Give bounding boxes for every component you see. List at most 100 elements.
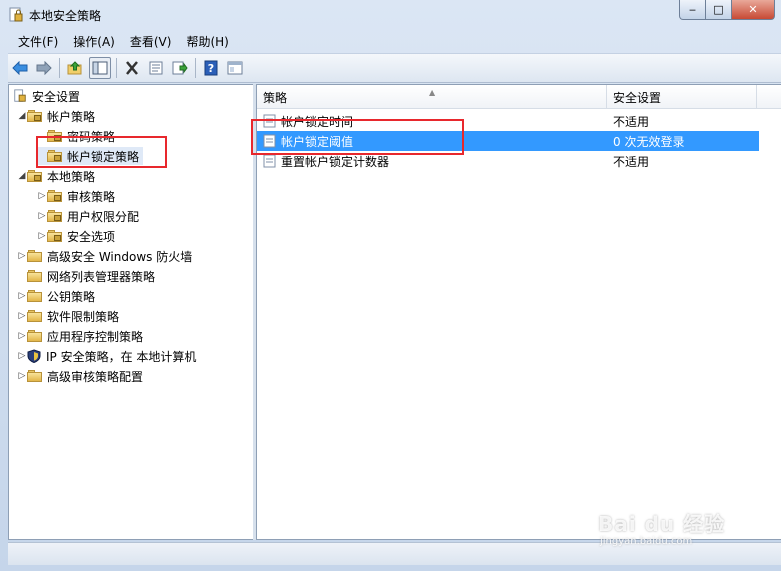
column-header-policy[interactable]: ▲ 策略 — [257, 85, 607, 109]
tree-node-ipsec[interactable]: ▷ IP 安全策略，在 本地计算机 — [17, 347, 196, 365]
tree-node-advanced-audit[interactable]: ▷ 高级审核策略配置 — [17, 367, 143, 385]
tree-label: 审核策略 — [67, 189, 116, 204]
column-header-empty — [757, 85, 781, 109]
console-button[interactable] — [225, 58, 245, 78]
policy-name: 帐户锁定时间 — [281, 114, 354, 129]
tree-node-firewall[interactable]: ▷ 高级安全 Windows 防火墙 — [17, 247, 193, 265]
locked-folder-icon — [47, 190, 63, 202]
collapsed-arrow-icon[interactable]: ▷ — [17, 311, 27, 321]
toolbar-separator — [195, 58, 196, 78]
tree-node-user-rights[interactable]: ▷ 用户权限分配 — [37, 207, 139, 225]
minimize-button[interactable]: ‒ — [679, 0, 706, 20]
folder-icon — [27, 310, 43, 322]
tree-node-local-policies[interactable]: ◢ 本地策略 — [17, 167, 95, 185]
tree-label: 应用程序控制策略 — [47, 329, 144, 344]
policy-name: 重置帐户锁定计数器 — [281, 154, 390, 169]
tree-node-password-policy[interactable]: 密码策略 — [37, 127, 115, 145]
tree-node-security-settings[interactable]: 安全设置 — [13, 87, 80, 105]
tree-node-network-list[interactable]: 网络列表管理器策略 — [17, 267, 155, 285]
folder-icon — [27, 290, 43, 302]
policy-name: 帐户锁定阈值 — [281, 134, 354, 149]
tree-node-security-options[interactable]: ▷ 安全选项 — [37, 227, 115, 245]
collapsed-arrow-icon[interactable]: ▷ — [17, 331, 27, 341]
locked-folder-icon — [27, 170, 43, 182]
policy-row[interactable]: 重置帐户锁定计数器 不适用 — [257, 151, 759, 171]
collapsed-arrow-icon[interactable]: ▷ — [17, 351, 27, 361]
show-hide-tree-button[interactable] — [89, 57, 111, 79]
title-bar: 本地安全策略 ‒ □ ✕ — [0, 0, 781, 30]
tree-label: 高级审核策略配置 — [47, 369, 144, 384]
collapsed-arrow-icon[interactable]: ▷ — [17, 371, 27, 381]
tree-node-app-control[interactable]: ▷ 应用程序控制策略 — [17, 327, 143, 345]
policy-item-icon — [263, 154, 276, 168]
tree-label: 密码策略 — [67, 129, 116, 144]
menu-view[interactable]: 查看(V) — [120, 32, 177, 52]
tree-label: 用户权限分配 — [67, 209, 140, 224]
locked-folder-icon — [47, 230, 63, 242]
back-button[interactable] — [10, 58, 30, 78]
folder-icon — [27, 250, 43, 262]
tree-label: 网络列表管理器策略 — [47, 269, 156, 284]
collapsed-arrow-icon[interactable]: ▷ — [17, 291, 27, 301]
collapsed-arrow-icon[interactable]: ▷ — [37, 231, 47, 241]
expanded-arrow-icon[interactable]: ◢ — [17, 171, 27, 181]
tree-node-account-lockout-policy[interactable]: 帐户锁定策略 — [37, 147, 144, 165]
export-icon — [172, 61, 188, 75]
menu-file[interactable]: 文件(F) — [8, 32, 63, 52]
tree-label: 软件限制策略 — [47, 309, 120, 324]
menu-help[interactable]: 帮助(H) — [176, 32, 233, 52]
delete-icon — [126, 61, 138, 75]
policy-value: 不适用 — [613, 114, 650, 129]
expanded-arrow-icon[interactable]: ◢ — [17, 111, 27, 121]
properties-button[interactable] — [146, 58, 166, 78]
tree-label: 本地策略 — [47, 169, 96, 184]
menu-action[interactable]: 操作(A) — [63, 32, 120, 52]
tree-label: IP 安全策略，在 本地计算机 — [46, 349, 197, 364]
locked-folder-icon — [27, 110, 43, 122]
policy-row[interactable]: 帐户锁定时间 不适用 — [257, 111, 759, 131]
show-hide-tree-icon — [92, 61, 108, 75]
column-label: 策略 — [263, 91, 288, 105]
baidu-watermark: Bai du 经验 — [598, 512, 726, 536]
locked-folder-icon — [47, 210, 63, 222]
folder-icon — [27, 270, 43, 282]
folder-icon — [27, 370, 43, 382]
close-icon: ✕ — [748, 3, 758, 16]
tree-node-software-restriction[interactable]: ▷ 软件限制策略 — [17, 307, 119, 325]
column-header-security-setting[interactable]: 安全设置 — [607, 85, 757, 109]
forward-button[interactable] — [34, 58, 54, 78]
tree-node-audit-policy[interactable]: ▷ 审核策略 — [37, 187, 115, 205]
toolbar: ? — [8, 53, 781, 83]
help-icon: ? — [204, 60, 218, 76]
collapsed-arrow-icon[interactable]: ▷ — [17, 251, 27, 261]
local-security-policy-window: 本地安全策略 ‒ □ ✕ 文件(F) 操作(A) 查看(V) 帮助(H) ? 安… — [0, 0, 781, 571]
sort-ascending-icon: ▲ — [429, 88, 436, 97]
maximize-button[interactable]: □ — [706, 0, 732, 20]
policy-list-pane: ▲ 策略 安全设置 帐户锁定时间 不适用 帐户锁定阈值 0 次无效登录 重置帐户… — [256, 84, 781, 540]
baidu-watermark-url: jingyan.baidu.com — [600, 536, 693, 547]
export-list-button[interactable] — [170, 58, 190, 78]
tree-node-account-policies[interactable]: ◢ 帐户策略 — [17, 107, 95, 125]
locked-folder-icon — [47, 130, 63, 142]
close-button[interactable]: ✕ — [732, 0, 775, 20]
policy-value: 0 次无效登录 — [613, 134, 685, 149]
policy-row-selected[interactable]: 帐户锁定阈值 0 次无效登录 — [257, 131, 759, 151]
window-title: 本地安全策略 — [29, 9, 102, 23]
delete-button[interactable] — [122, 58, 142, 78]
up-level-button[interactable] — [65, 58, 85, 78]
properties-icon — [149, 61, 163, 75]
tree-pane: 安全设置 ◢ 帐户策略 密码策略 帐户锁定策略 ◢ 本地策略 ▷ 审核策略 ▷ … — [8, 84, 254, 540]
tree-label: 高级安全 Windows 防火墙 — [47, 249, 193, 264]
collapsed-arrow-icon[interactable]: ▷ — [37, 191, 47, 201]
toolbar-separator — [116, 58, 117, 78]
help-button[interactable]: ? — [201, 58, 221, 78]
collapsed-arrow-icon[interactable]: ▷ — [37, 211, 47, 221]
tree-label: 安全选项 — [67, 229, 116, 244]
menu-bar: 文件(F) 操作(A) 查看(V) 帮助(H) — [8, 32, 781, 52]
tree-node-public-key[interactable]: ▷ 公钥策略 — [17, 287, 95, 305]
forward-icon — [36, 61, 52, 75]
tree-label: 安全设置 — [32, 89, 81, 104]
toolbar-separator — [59, 58, 60, 78]
policy-item-icon — [263, 134, 276, 148]
minimize-icon: ‒ — [689, 3, 696, 16]
